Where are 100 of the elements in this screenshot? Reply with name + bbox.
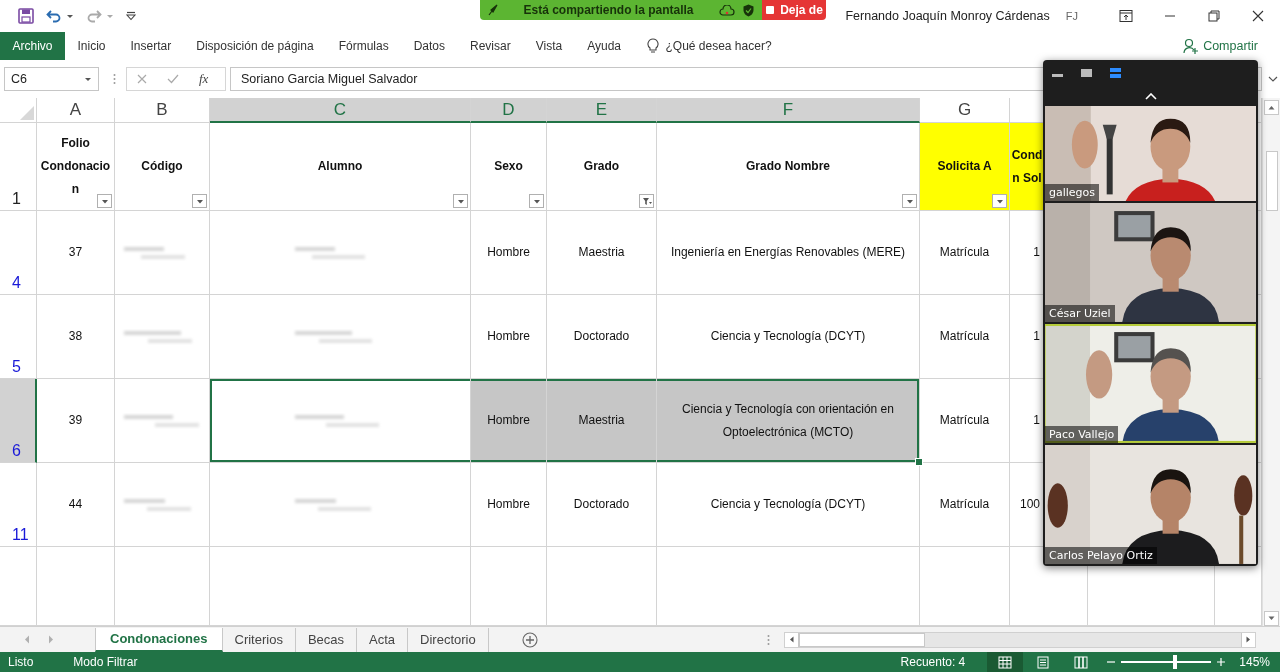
arrow-left-icon[interactable] (789, 636, 794, 643)
column-header[interactable]: F (657, 98, 920, 123)
vertical-scrollbar[interactable] (1262, 98, 1280, 626)
ribbon-tab[interactable]: Vista (523, 32, 575, 60)
slider-thumb[interactable] (1173, 655, 1178, 669)
share-button[interactable]: Compartir (1183, 32, 1258, 60)
sharing-text: Está compartiendo la pantalla (522, 3, 695, 17)
page-layout-icon[interactable] (1036, 655, 1051, 669)
column-header[interactable]: D (471, 98, 547, 123)
scroll-thumb[interactable] (1265, 151, 1278, 211)
arrow-up-icon[interactable] (1268, 105, 1275, 110)
stop-icon (765, 5, 776, 15)
name-box[interactable]: C6 (4, 67, 99, 91)
count-text: Recuento: 4 (900, 655, 966, 669)
header-label: Folio Condonacion (40, 135, 111, 198)
scroll-thumb[interactable] (799, 632, 925, 647)
participant-name: César Uziel (1045, 305, 1115, 323)
row-header[interactable]: 11 (0, 463, 37, 547)
table-cell: Hombre (471, 295, 547, 379)
table-cell: Matrícula (920, 379, 1010, 463)
table-cell: Hombre (471, 463, 547, 547)
caret-icon[interactable] (84, 76, 92, 82)
sheet-tab[interactable]: Acta (357, 627, 409, 652)
ribbon-display-icon[interactable] (1119, 9, 1133, 23)
ribbon-tab[interactable]: Disposición de página (183, 32, 327, 60)
caret-icon[interactable] (66, 13, 74, 19)
more-icon[interactable] (113, 73, 116, 85)
participant-name: gallegos (1045, 184, 1100, 202)
arrow-down-icon[interactable] (1268, 616, 1275, 621)
column-header[interactable]: C (210, 98, 471, 123)
header-label: Código (141, 158, 183, 175)
zoom-in-icon[interactable] (1217, 658, 1226, 666)
row-header[interactable]: 5 (0, 295, 37, 379)
cloud-icon[interactable] (719, 4, 735, 16)
scroll-right-button[interactable] (1241, 632, 1255, 647)
ribbon-tab[interactable]: Ayuda (574, 32, 634, 60)
table-cell: Matrícula (920, 463, 1010, 547)
ribbon-tab[interactable]: Inicio (65, 32, 119, 60)
sheet-tab[interactable]: Condonaciones (95, 627, 223, 652)
shield-icon[interactable] (743, 3, 754, 17)
table-cell: Ciencia y Tecnología (DCYT) (657, 463, 920, 547)
ribbon-tab[interactable]: Archivo (0, 32, 65, 60)
page-break-icon[interactable] (1074, 655, 1089, 669)
header-label: Grado Nombre (746, 158, 830, 175)
table-cell: 38 (37, 295, 115, 379)
user-initials[interactable]: FJ (1065, 10, 1078, 22)
header-label: Alumno (317, 158, 363, 175)
header-label: Solicita A (937, 158, 992, 175)
gallery-view-icon[interactable] (1109, 67, 1122, 79)
table-cell: Hombre (471, 211, 547, 295)
filter-mode-text: Modo Filtrar (73, 655, 138, 669)
undo-icon[interactable] (46, 9, 62, 23)
stop-share-button[interactable]: Deja de (762, 0, 826, 20)
save-icon[interactable] (18, 8, 34, 24)
ribbon-tab[interactable]: Fórmulas (326, 32, 402, 60)
ribbon-tab[interactable]: Insertar (118, 32, 184, 60)
table-cell: Maestria (547, 379, 657, 463)
table-cell: Hombre (471, 379, 547, 463)
row-header[interactable]: 1 (0, 123, 37, 211)
header-label: Cond n Sol (1011, 146, 1043, 187)
sheet-tab[interactable]: Criterios (222, 627, 296, 652)
table-cell: Doctorado (547, 463, 657, 547)
speaker-view-icon[interactable] (1080, 67, 1093, 79)
scroll-down-button[interactable] (1264, 611, 1279, 626)
normal-view-button[interactable] (987, 652, 1024, 672)
ribbon-tab[interactable]: Revisar (457, 32, 524, 60)
row-header[interactable]: 6 (0, 379, 37, 463)
participant-name: Carlos Pelayo Ortiz (1045, 547, 1157, 564)
table-cell: Doctorado (547, 295, 657, 379)
function-button[interactable]: fx (199, 71, 209, 87)
collapse-icon[interactable] (1144, 92, 1157, 100)
sheet-tab[interactable]: Becas (295, 627, 358, 652)
lightbulb-icon (647, 38, 660, 54)
add-sheet-icon[interactable] (521, 631, 538, 648)
person-add-icon (1183, 38, 1200, 54)
column-header[interactable]: A (37, 98, 115, 123)
table-cell: 39 (37, 379, 115, 463)
search-prompt[interactable]: ¿Qué desea hacer? (665, 32, 772, 60)
column-header[interactable]: E (547, 98, 657, 123)
column-header[interactable]: G (920, 98, 1010, 123)
row-header[interactable]: 4 (0, 211, 37, 295)
fill-handle[interactable] (915, 458, 923, 466)
normal-view-icon[interactable] (998, 655, 1013, 669)
header-label: Sexo (494, 158, 523, 175)
arrow-right-icon[interactable] (1246, 636, 1251, 643)
zoom-out-icon[interactable] (1107, 658, 1116, 666)
ribbon-tab[interactable]: Datos (401, 32, 458, 60)
expand-icon[interactable] (1268, 76, 1278, 82)
header-label: Grado (583, 158, 620, 175)
customize-icon[interactable] (126, 11, 136, 21)
restore-icon[interactable] (1207, 9, 1221, 23)
scroll-up-button[interactable] (1264, 100, 1279, 115)
scroll-left-button[interactable] (785, 632, 799, 647)
table-cell: Matrícula (920, 211, 1010, 295)
close-icon[interactable] (1251, 9, 1265, 23)
participant-name: Paco Vallejo (1045, 426, 1119, 444)
horizontal-scrollbar[interactable] (784, 631, 1256, 648)
sheet-tab[interactable]: Directorio (408, 627, 489, 652)
column-header[interactable]: B (115, 98, 210, 123)
status-text: Listo (8, 655, 34, 669)
